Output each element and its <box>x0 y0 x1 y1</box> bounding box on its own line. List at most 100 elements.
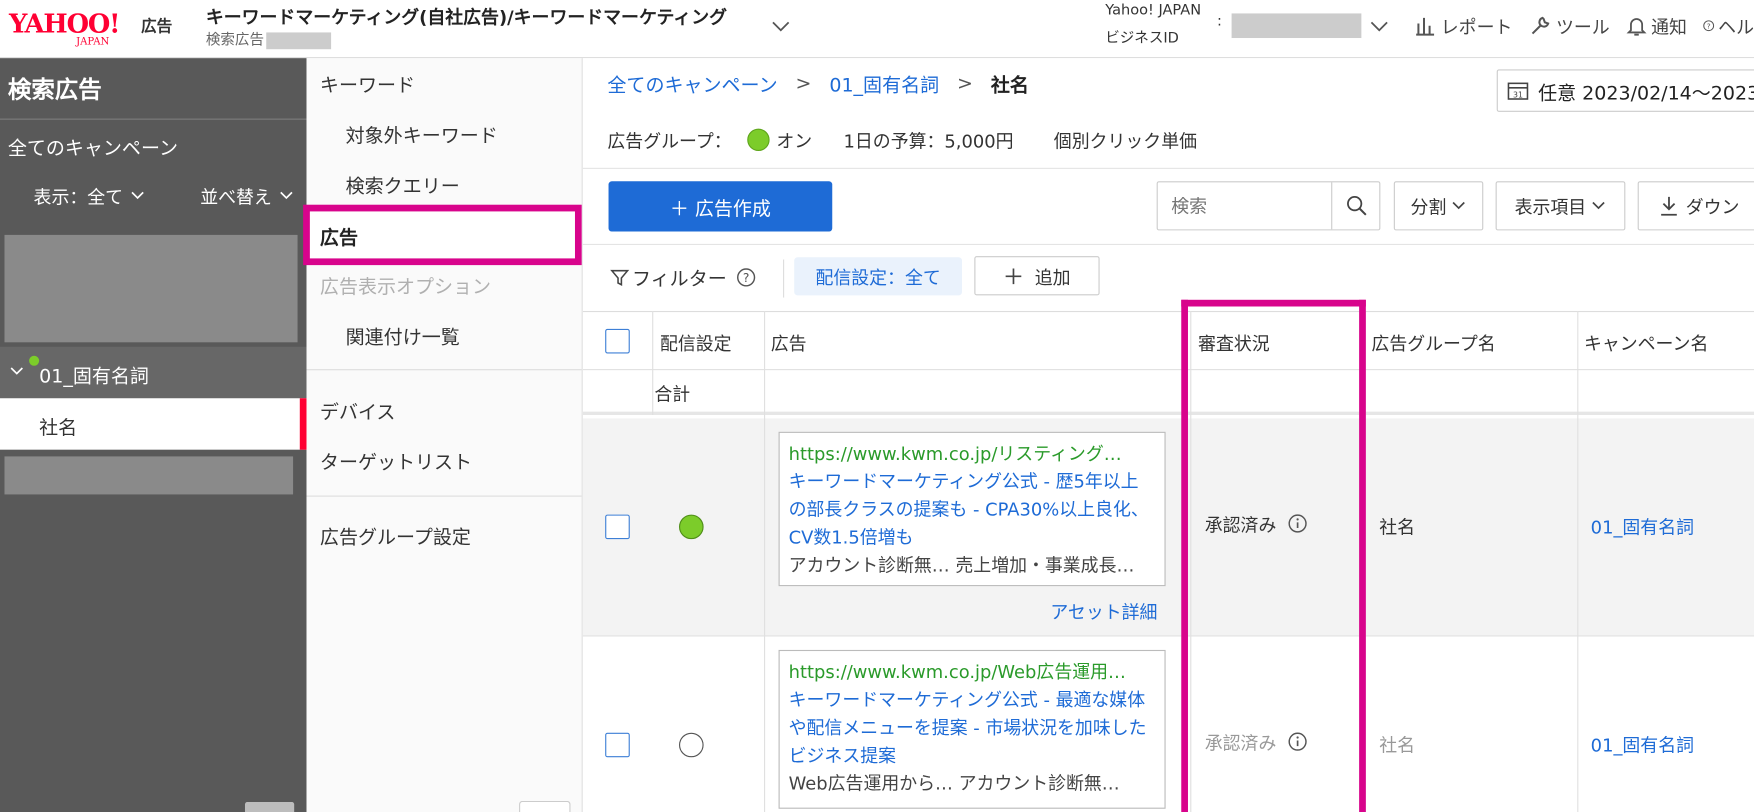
main-content: 全てのキャンペーン > 01_固有名詞 > 社名 31 任意 2023/02/1… <box>582 58 1754 812</box>
columns-dropdown[interactable]: 表示項目 <box>1495 181 1626 231</box>
add-filter-label: 追加 <box>1034 266 1071 289</box>
header-campaign-name[interactable]: キャンペーン名 <box>1584 329 1708 356</box>
columns-label: 表示項目 <box>1514 196 1587 219</box>
menu-item-keyword[interactable]: キーワード <box>320 69 415 97</box>
menu-item-device[interactable]: デバイス <box>320 396 396 424</box>
sidebar-campaign-item[interactable]: 01_固有名詞 <box>0 346 307 399</box>
sidebar-title: 検索広告 <box>7 76 102 103</box>
campaign-name-link[interactable]: 01_固有名詞 <box>1591 512 1694 539</box>
bizid-colon: : <box>1217 13 1222 31</box>
help-link[interactable]: ? ヘル <box>1703 13 1754 38</box>
filter-button[interactable]: フィルター ? <box>610 263 756 291</box>
split-label: 分割 <box>1410 196 1447 219</box>
top-header: YAHOO! JAPAN 広告 キーワードマーケティング(自社広告)/キーワード… <box>0 0 1754 59</box>
yahoo-logo[interactable]: YAHOO! JAPAN 広告 <box>8 8 172 49</box>
download-label: ダウン <box>1685 196 1740 219</box>
breadcrumb-campaign[interactable]: 01_固有名詞 <box>829 69 939 97</box>
chevron-down-icon <box>1592 201 1605 210</box>
search-icon <box>1346 195 1366 216</box>
ad-preview[interactable]: https://www.kwm.co.jp/Web広告運用… キーワードマーケテ… <box>778 649 1166 809</box>
column-divider <box>1577 310 1579 812</box>
breadcrumb-separator: > <box>957 72 973 95</box>
menu-item-related[interactable]: 関連付け一覧 <box>346 321 460 349</box>
sidebar-all-campaigns[interactable]: 全てのキャンペーン <box>8 132 178 160</box>
redacted-block <box>4 234 298 343</box>
tools-link[interactable]: ツール <box>1529 13 1610 38</box>
adgroup-status-value[interactable]: オン <box>776 126 812 153</box>
question-circle-icon: ? <box>1703 20 1715 32</box>
report-link[interactable]: レポート <box>1414 13 1512 38</box>
breadcrumb-current: 社名 <box>990 74 1029 98</box>
ad-description: アカウント診断無… 売上増加・事業成長… <box>788 554 1135 577</box>
create-ad-button[interactable]: ＋ 広告作成 <box>608 181 833 232</box>
date-range-picker[interactable]: 31 任意 2023/02/14～2023 <box>1496 69 1754 112</box>
menu-item-adgroup-settings[interactable]: 広告グループ設定 <box>320 521 471 549</box>
logo-tag: 広告 <box>140 17 173 36</box>
tools-label: ツール <box>1556 16 1610 39</box>
split-dropdown[interactable]: 分割 <box>1393 181 1484 231</box>
date-range-value: 任意 2023/02/14～2023 <box>1538 82 1754 105</box>
help-label: ヘル <box>1718 16 1754 39</box>
ad-url: https://www.kwm.co.jp/リスティング… <box>788 442 1122 465</box>
column-divider <box>652 310 654 416</box>
scroll-handle[interactable] <box>519 800 571 812</box>
bid-type[interactable]: 個別クリック単価 <box>1054 126 1197 153</box>
bizid-line1: Yahoo! JAPAN <box>1105 2 1202 20</box>
menu-item-ad-extensions[interactable]: 広告表示オプション <box>320 271 491 298</box>
menu-item-target-list[interactable]: ターゲットリスト <box>320 446 472 474</box>
section-divider <box>582 243 1754 245</box>
question-circle-icon[interactable]: ? <box>736 267 756 287</box>
scroll-handle[interactable] <box>244 802 295 812</box>
chevron-down-icon <box>1452 201 1465 210</box>
menu-divider <box>306 495 582 497</box>
add-filter-button[interactable]: 追加 <box>974 256 1100 296</box>
header-adgroup-name[interactable]: 広告グループ名 <box>1371 329 1495 356</box>
daily-budget[interactable]: 1日の予算：5,000円 <box>844 126 1014 153</box>
breadcrumb-all-campaigns[interactable]: 全てのキャンペーン <box>607 69 777 97</box>
sidebar-adgroup-label: 社名 <box>39 417 78 440</box>
section-divider <box>582 167 1754 169</box>
highlight-box-ads-menu <box>303 204 582 266</box>
search-button[interactable] <box>1331 182 1380 230</box>
svg-text:?: ? <box>1707 21 1711 30</box>
status-dot <box>29 355 40 366</box>
account-switcher[interactable]: キーワードマーケティング(自社広告)/キーワードマーケティング 検索広告 <box>206 2 799 51</box>
header-ad[interactable]: 広告 <box>771 329 807 356</box>
asset-detail-link[interactable]: アセット詳細 <box>1050 597 1157 624</box>
menu-item-search-query[interactable]: 検索クエリー <box>346 170 460 198</box>
notify-label: 通知 <box>1651 16 1687 39</box>
bizid-line2: ビジネスID <box>1105 30 1179 47</box>
filter-chip[interactable]: 配信設定：全て <box>794 257 963 296</box>
logo-main: YAHOO! <box>8 8 121 40</box>
delivery-status-off[interactable] <box>679 732 704 758</box>
display-filter[interactable]: 表示：全て <box>34 182 146 209</box>
row-checkbox[interactable] <box>605 514 630 540</box>
ad-headline: キーワードマーケティング公式 - 歴5年以上の部長クラスの提案も - CPA30… <box>788 470 1149 549</box>
adgroup-name-cell: 社名 <box>1379 516 1416 539</box>
adgroup-status-label: 広告グループ： <box>607 130 732 153</box>
chevron-down-icon <box>131 191 144 200</box>
download-button[interactable]: ダウン <box>1637 181 1754 231</box>
sub-menu: キーワード 対象外キーワード 検索クエリー 広告 広告表示オプション 関連付け一… <box>306 58 583 812</box>
ad-headline: キーワードマーケティング公式 - 最適な媒体や配信メニューを提案 - 市場状況を… <box>788 689 1147 767</box>
account-sub: 検索広告 <box>206 28 332 50</box>
chevron-down-icon <box>772 21 790 32</box>
menu-item-negative-keyword[interactable]: 対象外キーワード <box>346 120 498 147</box>
notifications-link[interactable]: 通知 <box>1625 13 1687 38</box>
sort-dropdown[interactable]: 並べ替え <box>200 182 294 209</box>
search-box <box>1156 181 1381 231</box>
campaign-name-link[interactable]: 01_固有名詞 <box>1591 730 1694 757</box>
report-label: レポート <box>1440 16 1513 39</box>
ad-preview[interactable]: https://www.kwm.co.jp/リスティング… キーワードマーケティ… <box>778 431 1166 587</box>
search-input[interactable] <box>1157 182 1332 230</box>
delivery-status-on[interactable] <box>679 514 704 540</box>
select-all-checkbox[interactable] <box>605 328 630 354</box>
header-delivery[interactable]: 配信設定 <box>660 329 732 356</box>
status-dot <box>747 128 770 152</box>
row-checkbox[interactable] <box>605 732 630 758</box>
sidebar-divider <box>0 118 307 120</box>
business-id[interactable]: Yahoo! JAPAN ビジネスID : <box>1105 2 1396 51</box>
bar-chart-icon <box>1416 17 1435 36</box>
download-icon <box>1661 196 1677 216</box>
sidebar-adgroup-item[interactable]: 社名 <box>0 398 307 450</box>
